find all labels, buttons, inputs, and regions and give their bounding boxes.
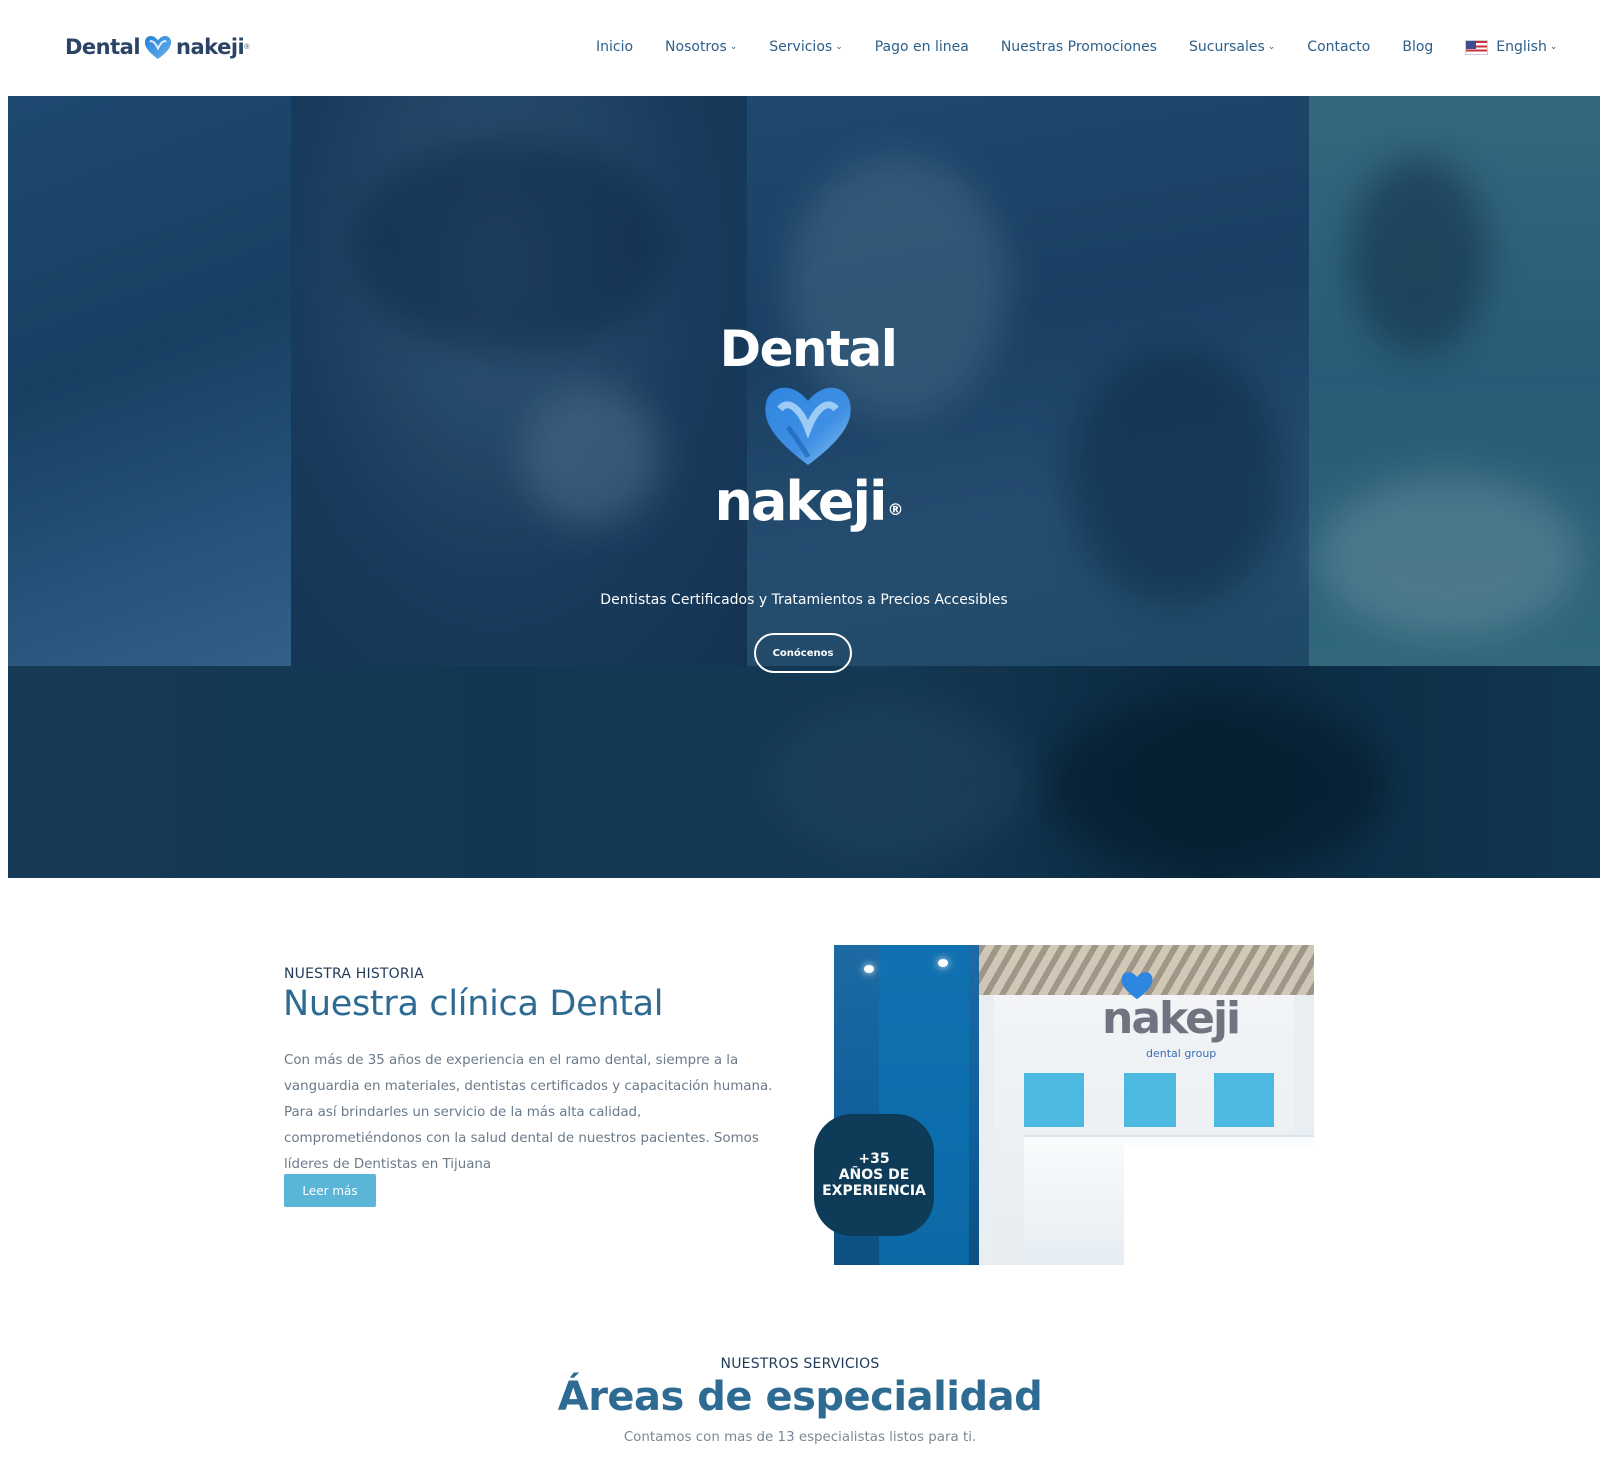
section-eyebrow: NUESTROS SERVICIOS xyxy=(720,1356,880,1372)
hero-tagline: Dentistas Certificados y Tratamientos a … xyxy=(600,592,1008,608)
hero-logo-nakeji: nakeji ® xyxy=(708,469,908,535)
site-logo[interactable]: Dental nakeji ® xyxy=(65,30,249,64)
nav-item-label: Contacto xyxy=(1307,39,1371,55)
main-nav: Inicio Nosotros ⌄ Servicios ⌄ Pago en li… xyxy=(596,36,1589,58)
logo-word-dental: Dental xyxy=(65,35,141,59)
badge-line: EXPERIENCIA xyxy=(822,1183,926,1199)
hero-logo-nakeji-text: nakeji xyxy=(714,470,888,533)
clinic-shelf xyxy=(1124,1073,1176,1127)
nav-item-servicios[interactable]: Servicios ⌄ xyxy=(769,39,842,55)
language-selector[interactable]: English ⌄ xyxy=(1465,39,1557,55)
section-title: Nuestra clínica Dental xyxy=(283,984,664,1024)
nav-item-label: Nuestras Promociones xyxy=(1000,39,1157,55)
ceiling-light-icon xyxy=(938,959,948,967)
clinic-sign-brand: nakeji xyxy=(1102,993,1241,1044)
section-eyebrow: NUESTRA HISTORIA xyxy=(284,966,424,982)
section-body: Con más de 35 años de experiencia en el … xyxy=(284,1053,773,1172)
services-section: NUESTROS SERVICIOS Áreas de especialidad… xyxy=(0,1298,1600,1460)
nav-item-label: Pago en linea xyxy=(874,39,969,55)
us-flag-icon xyxy=(1465,39,1489,55)
heart-logo-icon xyxy=(144,36,172,59)
nav-item-label: Servicios xyxy=(769,39,833,55)
ceiling-light-icon xyxy=(864,965,874,973)
heart-logo-icon xyxy=(765,387,851,465)
section-title: Áreas de especialidad xyxy=(557,1374,1043,1420)
logo-word-nakeji: nakeji xyxy=(176,35,245,59)
nav-item-promociones[interactable]: Nuestras Promociones xyxy=(1001,39,1157,55)
experience-badge: +35 AÑOS DE EXPERIENCIA xyxy=(814,1114,934,1236)
nav-item-blog[interactable]: Blog xyxy=(1402,39,1433,55)
hero-logo: Dental nakeji ® xyxy=(708,321,908,535)
chevron-down-icon: ⌄ xyxy=(1267,42,1276,52)
chevron-down-icon: ⌄ xyxy=(729,42,738,52)
logo-registered-mark: ® xyxy=(244,43,250,51)
nav-item-label: Nosotros xyxy=(665,39,727,55)
badge-line: +35 xyxy=(858,1151,890,1167)
clinic-sign-sub: dental group xyxy=(1146,1047,1217,1060)
chevron-down-icon: ⌄ xyxy=(1549,42,1558,52)
clinic-shelf xyxy=(1214,1073,1274,1127)
leer-mas-button[interactable]: Leer más xyxy=(284,1174,376,1207)
history-section: NUESTRA HISTORIA Nuestra clínica Dental … xyxy=(0,878,1600,1298)
registered-mark: ® xyxy=(887,500,904,519)
nav-item-contacto[interactable]: Contacto xyxy=(1307,39,1370,55)
section-subtitle: Contamos con mas de 13 especialistas lis… xyxy=(623,1430,977,1445)
nav-item-inicio[interactable]: Inicio xyxy=(596,39,633,55)
hero-banner: Dental nakeji ® Dentistas Certificados y … xyxy=(8,96,1600,878)
nav-item-pago-en-linea[interactable]: Pago en linea xyxy=(875,39,969,55)
site-header: Dental nakeji ® Inicio Nosotros ⌄ Servic… xyxy=(0,0,1600,96)
hero-logo-dental: Dental xyxy=(719,320,898,378)
nav-item-label: Blog xyxy=(1402,39,1434,55)
nav-item-sucursales[interactable]: Sucursales ⌄ xyxy=(1189,39,1275,55)
badge-line: AÑOS DE xyxy=(838,1167,910,1183)
conocenos-button[interactable]: Conócenos xyxy=(754,633,852,673)
nav-item-label: Inicio xyxy=(596,39,634,55)
language-label: English xyxy=(1496,39,1547,55)
clinic-shelf xyxy=(1024,1073,1084,1127)
nav-item-label: Sucursales xyxy=(1188,39,1265,55)
chevron-down-icon: ⌄ xyxy=(835,42,843,52)
clinic-counter-front xyxy=(1124,1145,1314,1265)
nav-item-nosotros[interactable]: Nosotros ⌄ xyxy=(665,39,737,55)
